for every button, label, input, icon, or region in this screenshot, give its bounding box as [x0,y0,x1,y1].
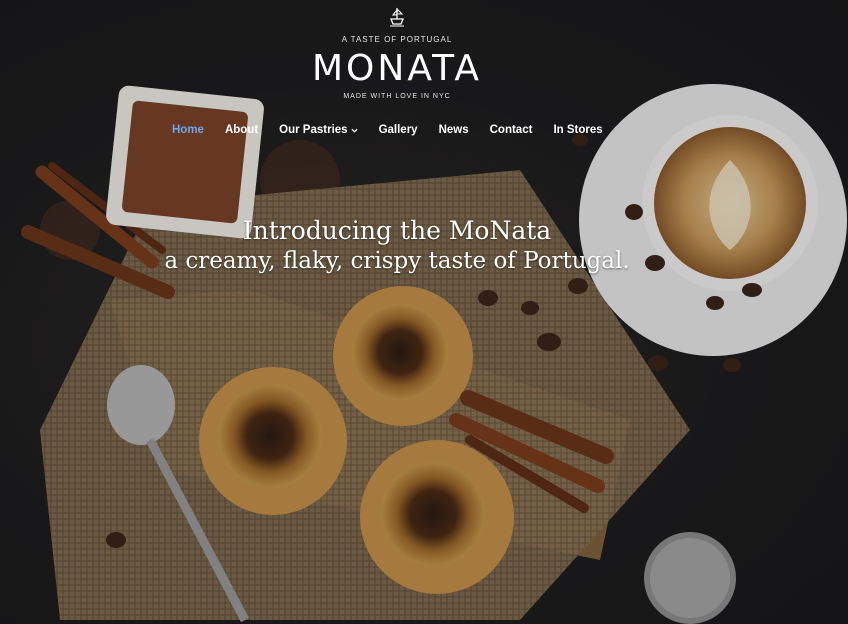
chevron-down-icon [351,128,358,133]
nav-item-label: Contact [489,124,533,136]
ship-emblem-icon [390,7,404,27]
nav-item-contact[interactable]: Contact [490,124,533,136]
nav-item-label: Home [172,124,204,136]
hero-headline: Introducing the MoNata a creamy, flaky, … [0,216,794,276]
nav-item-label: Gallery [378,124,418,136]
nav-item-label: News [438,124,469,136]
headline-line-1: Introducing the MoNata [242,216,552,245]
nav-item-label: About [224,124,259,136]
nav-item-news[interactable]: News [439,124,469,136]
tagline-top: A TASTE OF PORTUGAL [341,35,453,44]
headline-line-2: a creamy, flaky, crispy taste of Portuga… [164,248,630,274]
nav-item-label: Our Pastries [279,124,348,136]
nav-item-label: In Stores [553,124,603,136]
nav-item-about[interactable]: About [225,124,258,136]
nav-item-our-pastries[interactable]: Our Pastries [279,124,358,136]
main-nav: Home About Our Pastries Gallery News Con… [172,120,624,140]
hero-section: A TASTE OF PORTUGAL MONATA MADE WITH LOV… [0,0,848,624]
nav-item-in-stores[interactable]: In Stores [553,124,602,136]
nav-item-gallery[interactable]: Gallery [379,124,418,136]
nav-item-home[interactable]: Home [172,124,204,136]
brand-logo[interactable]: MONATA [0,49,794,89]
tagline-bottom: MADE WITH LOVE IN NYC [343,93,451,100]
